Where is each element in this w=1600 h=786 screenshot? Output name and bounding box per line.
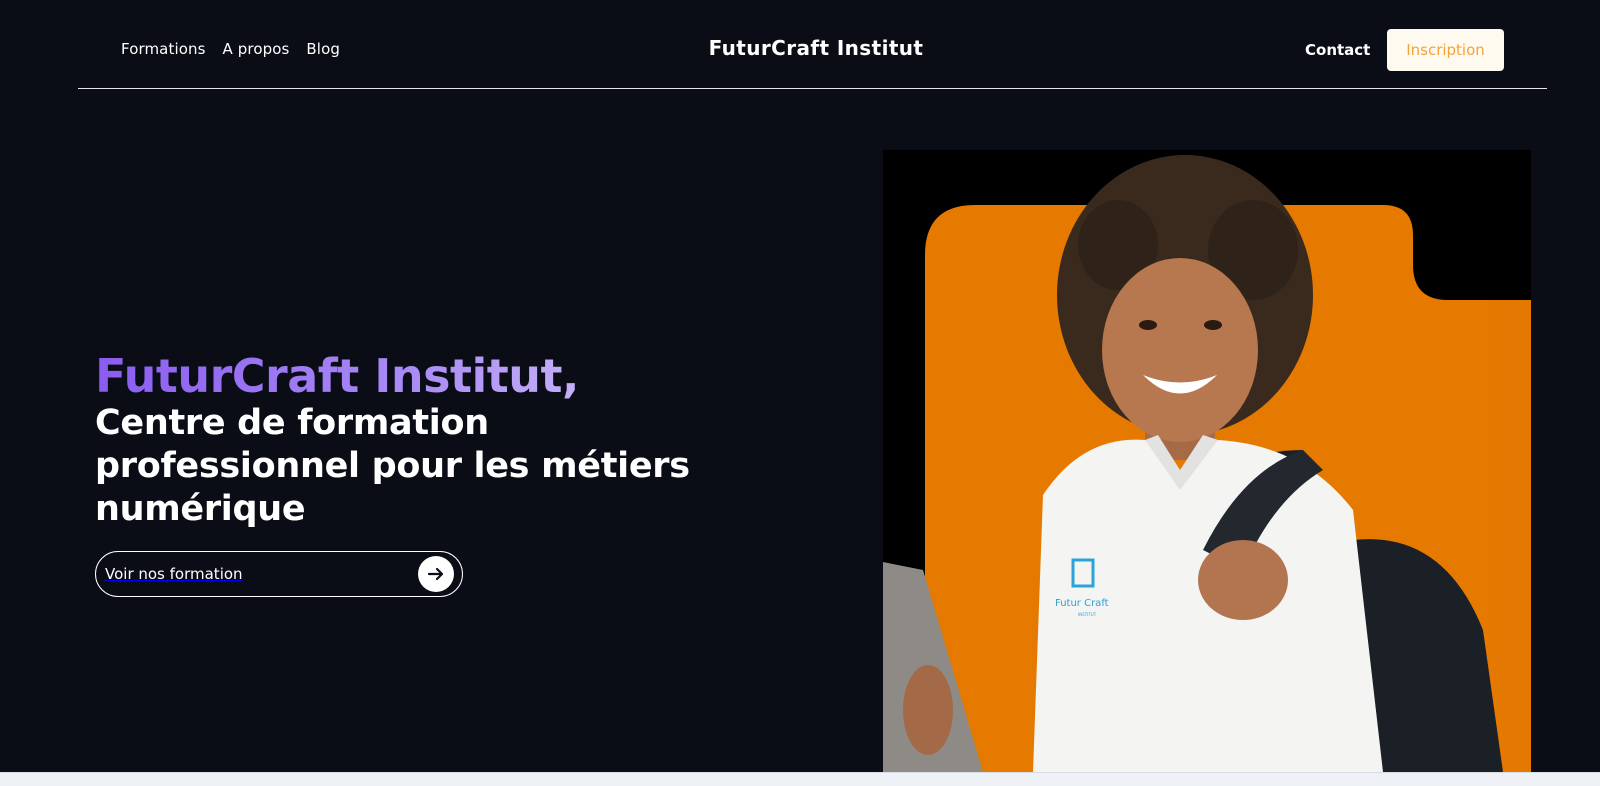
face [1102,258,1258,442]
svg-text:Futur Craft: Futur Craft [1055,598,1109,609]
svg-text:INSTITUT: INSTITUT [1078,612,1097,617]
contact-link[interactable]: Contact [1305,41,1370,59]
hero-image: Futur Craft INSTITUT [883,150,1531,772]
hero-title: FuturCraft Institut, [95,350,795,402]
main-nav: Formations A propos Blog [121,40,340,58]
nav-link-a-propos[interactable]: A propos [223,40,290,58]
arrow-right-icon [418,556,454,592]
inscription-button[interactable]: Inscription [1387,29,1504,71]
hero-subtitle: Centre de formation professionnel pour l… [95,403,690,529]
cta-label: Voir nos formation [105,565,243,583]
nav-link-formations[interactable]: Formations [121,40,206,58]
site-header: Formations A propos Blog FuturCraft Inst… [0,0,1600,90]
nav-link-blog[interactable]: Blog [306,40,340,58]
os-taskbar [0,772,1600,786]
student-illustration: Futur Craft INSTITUT [883,155,1531,772]
page: Formations A propos Blog FuturCraft Inst… [0,0,1600,786]
voir-formations-button[interactable]: Voir nos formation [95,551,463,597]
header-divider [78,88,1547,89]
site-logo[interactable]: FuturCraft Institut [620,36,1012,60]
hero-text: FuturCraft Institut, Centre de formation… [95,350,795,531]
